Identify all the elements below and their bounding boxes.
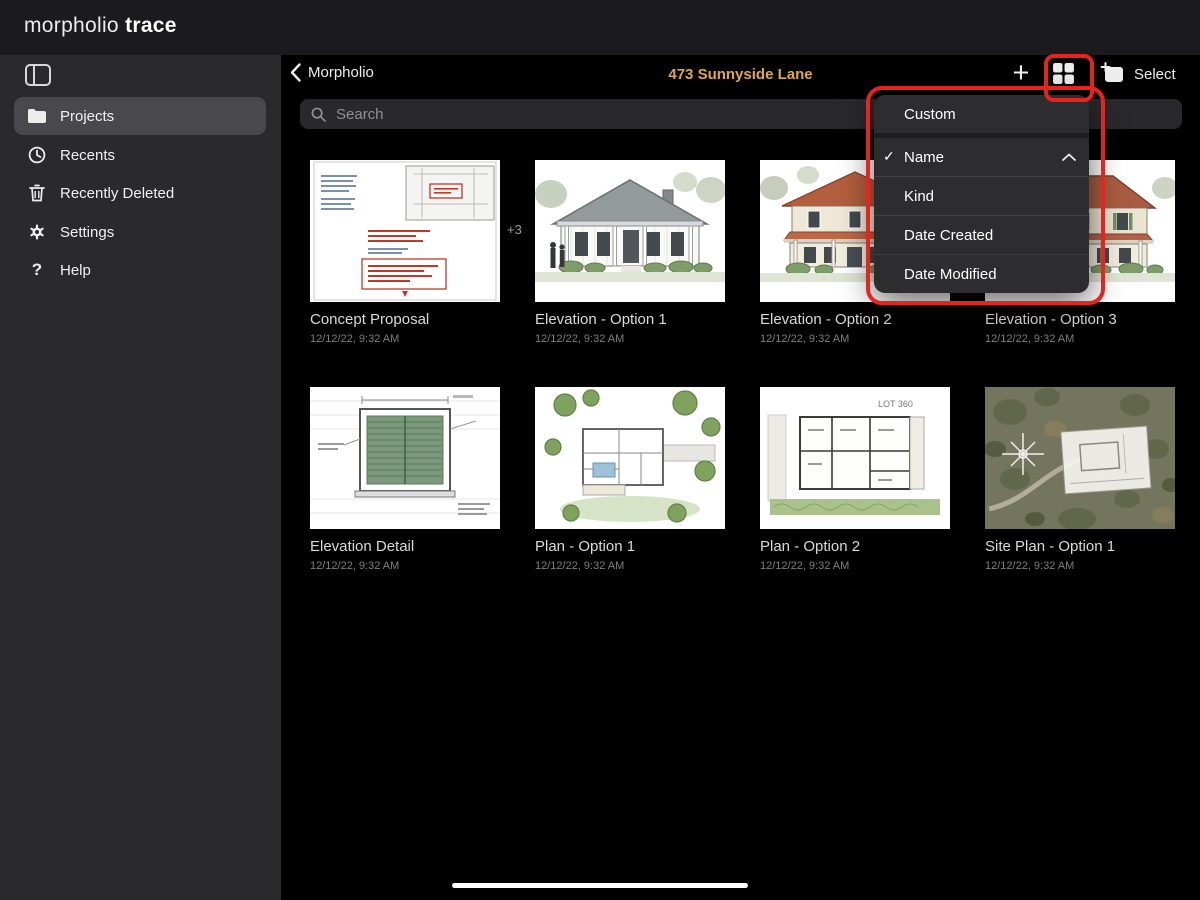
sidebar-item-settings[interactable]: Settings	[14, 213, 266, 251]
project-thumbnail	[310, 160, 500, 302]
search-icon	[311, 107, 326, 122]
sidebar-item-label: Recents	[60, 147, 115, 164]
trash-icon	[27, 184, 47, 202]
home-indicator[interactable]	[452, 883, 748, 888]
project-card-elevation-detail[interactable]: Elevation Detail 12/12/22, 9:32 AM	[310, 387, 500, 572]
menu-item-date-created[interactable]: Date Created	[874, 215, 1089, 254]
menu-item-label: Custom	[904, 106, 956, 123]
sidebar-item-help[interactable]: ? Help	[14, 251, 266, 289]
sidebar-item-label: Settings	[60, 224, 114, 241]
menu-item-kind[interactable]: Kind	[874, 176, 1089, 215]
sidebar-item-label: Help	[60, 262, 91, 279]
menu-item-label: Name	[904, 149, 944, 166]
project-thumbnail	[535, 387, 725, 529]
project-thumbnail	[310, 387, 500, 529]
folder-icon	[27, 108, 47, 124]
sidebar-item-label: Recently Deleted	[60, 185, 174, 202]
view-options-button[interactable]	[1052, 62, 1075, 90]
project-date: 12/12/22, 9:32 AM	[985, 560, 1175, 572]
menu-item-name[interactable]: ✓ Name	[874, 133, 1089, 176]
add-button[interactable]: +	[1006, 56, 1036, 90]
project-card-site-plan-1[interactable]: Site Plan - Option 1 12/12/22, 9:32 AM	[985, 387, 1175, 572]
select-icon[interactable]	[1100, 62, 1125, 90]
project-card-concept-proposal[interactable]: +3 Concept Proposal 12/12/22, 9:32 AM	[310, 160, 500, 345]
project-date: 12/12/22, 9:32 AM	[760, 560, 950, 572]
gear-icon	[27, 223, 47, 241]
project-name: Plan - Option 2	[760, 538, 950, 555]
menu-item-custom[interactable]: Custom	[874, 95, 1089, 133]
sidebar-item-projects[interactable]: Projects	[14, 97, 266, 135]
project-name: Elevation - Option 3	[985, 311, 1175, 328]
project-date: 12/12/22, 9:32 AM	[310, 333, 500, 345]
project-name: Plan - Option 1	[535, 538, 725, 555]
project-name: Concept Proposal	[310, 311, 500, 328]
menu-item-label: Kind	[904, 188, 934, 205]
project-name: Site Plan - Option 1	[985, 538, 1175, 555]
question-icon: ?	[27, 260, 47, 280]
panel-icon	[25, 64, 51, 86]
project-date: 12/12/22, 9:32 AM	[535, 333, 725, 345]
clock-icon	[27, 146, 47, 164]
project-date: 12/12/22, 9:32 AM	[760, 333, 950, 345]
project-card-plan-1[interactable]: Plan - Option 1 12/12/22, 9:32 AM	[535, 387, 725, 572]
stack-count-badge: +3	[507, 222, 522, 237]
menu-item-date-modified[interactable]: Date Modified	[874, 254, 1089, 293]
project-date: 12/12/22, 9:32 AM	[310, 560, 500, 572]
chevron-up-icon	[1062, 153, 1076, 161]
project-card-elevation-1[interactable]: Elevation - Option 1 12/12/22, 9:32 AM	[535, 160, 725, 345]
menu-item-label: Date Created	[904, 227, 993, 244]
menu-item-label: Date Modified	[904, 266, 997, 283]
project-date: 12/12/22, 9:32 AM	[985, 333, 1175, 345]
grid-icon	[1052, 62, 1075, 85]
sort-menu: Custom ✓ Name Kind Date Created Date Mod…	[874, 95, 1089, 293]
project-thumbnail: LOT 360	[760, 387, 950, 529]
sidebar-item-recents[interactable]: Recents	[14, 136, 266, 174]
select-button[interactable]: Select	[1134, 66, 1176, 83]
brand-bold: trace	[125, 14, 177, 37]
app-bar: morpholio trace	[0, 0, 1200, 55]
sidebar-toggle-icon[interactable]	[25, 62, 55, 88]
project-card-plan-2[interactable]: LOT 360 Plan - Option 2 12/12/22, 9:32 A…	[760, 387, 950, 572]
check-icon: ✓	[883, 148, 895, 165]
app-logo: morpholio trace	[24, 14, 177, 38]
sidebar-item-recently-deleted[interactable]: Recently Deleted	[14, 174, 266, 212]
project-name: Elevation - Option 2	[760, 311, 950, 328]
project-name: Elevation Detail	[310, 538, 500, 555]
project-date: 12/12/22, 9:32 AM	[535, 560, 725, 572]
sidebar-item-label: Projects	[60, 108, 114, 125]
brand-light: morpholio	[24, 14, 119, 37]
project-thumbnail	[985, 387, 1175, 529]
project-name: Elevation - Option 1	[535, 311, 725, 328]
project-thumbnail	[535, 160, 725, 302]
thumb-lot-label: LOT 360	[878, 399, 913, 409]
